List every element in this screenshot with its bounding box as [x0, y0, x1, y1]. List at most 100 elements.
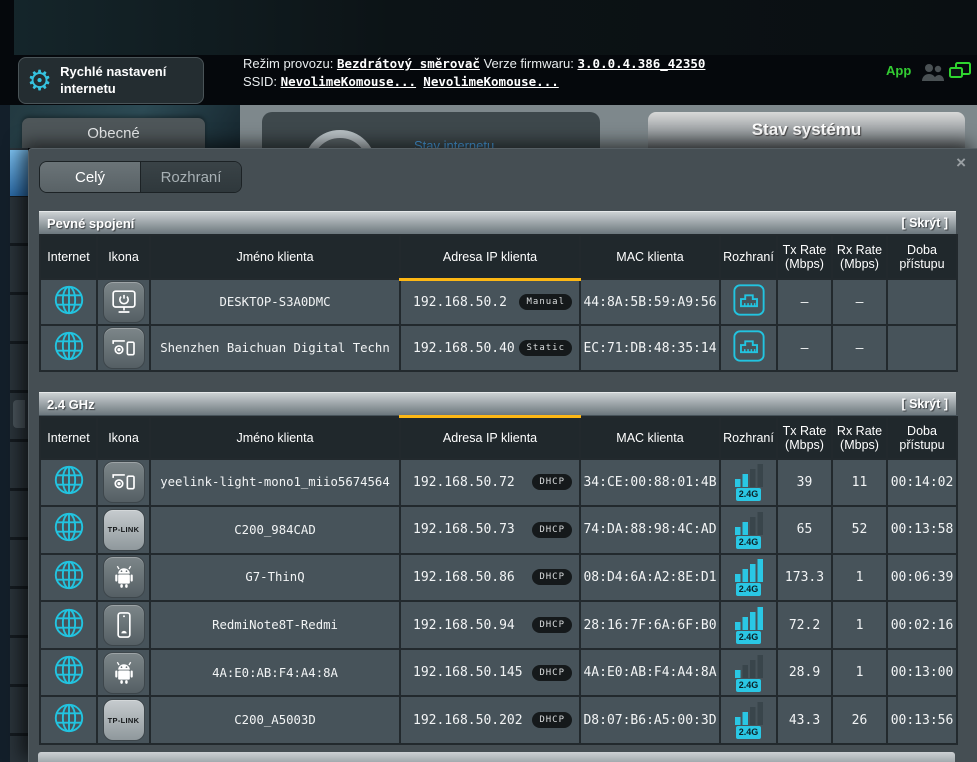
col-header-7[interactable]: Rx Rate (Mbps) — [832, 417, 887, 459]
client-ip: 192.168.50.202 — [413, 713, 523, 728]
internet-globe-icon[interactable] — [52, 579, 86, 596]
quick-setup-button[interactable]: ⚙ Rychlé nastavení internetu — [18, 57, 204, 104]
internet-globe-icon[interactable] — [52, 531, 86, 548]
access-time: 00:02:16 — [887, 601, 957, 649]
sidebar-selected-item-sliver — [10, 150, 28, 196]
col-header-0[interactable]: Internet — [40, 235, 97, 279]
col-header-4[interactable]: MAC klienta — [580, 417, 720, 459]
device-icon-monitor — [103, 281, 145, 323]
rx-rate: 11 — [832, 459, 887, 507]
client-list-icon[interactable] — [948, 61, 972, 86]
client-mac: 08:D4:6A:A2:8E:D1 — [580, 554, 720, 602]
col-header-1[interactable]: Ikona — [97, 235, 150, 279]
client-row[interactable]: 4A:E0:AB:F4:A4:8A192.168.50.145DHCP4A:E0… — [40, 649, 957, 697]
system-status-tab[interactable]: Stav systému — [648, 112, 965, 148]
col-header-5[interactable]: Rozhraní — [720, 235, 777, 279]
ssid-link-1[interactable]: NevolimeKomouse... — [281, 74, 416, 89]
app-link[interactable]: App — [886, 63, 911, 78]
access-time — [887, 325, 957, 371]
col-header-5[interactable]: Rozhraní — [720, 417, 777, 459]
internet-globe-icon[interactable] — [52, 674, 86, 691]
internet-globe-icon[interactable] — [52, 350, 86, 367]
section-header-0: Pevné spojení[ Skrýt ] — [39, 211, 956, 234]
access-time: 00:06:39 — [887, 554, 957, 602]
rx-rate: 1 — [832, 554, 887, 602]
client-row[interactable]: G7-ThinQ192.168.50.86DHCP08:D4:6A:A2:8E:… — [40, 554, 957, 602]
client-list-tab-all[interactable]: Celý — [40, 162, 140, 192]
client-mac: 34:CE:00:88:01:4B — [580, 459, 720, 507]
band-badge: 2.4G — [736, 536, 762, 549]
device-icon-android — [103, 556, 145, 598]
ip-type-badge: DHCP — [532, 522, 572, 538]
tx-rate: 28.9 — [777, 649, 832, 697]
col-header-3[interactable]: Adresa IP klienta — [400, 417, 580, 459]
client-mac: EC:71:DB:48:35:14 — [580, 325, 720, 371]
gear-icon: ⚙ — [27, 67, 52, 95]
client-name: C200_A5003D — [150, 696, 400, 744]
col-header-8[interactable]: Doba přístupu — [887, 417, 957, 459]
ethernet-port-icon — [732, 350, 766, 367]
sidebar-tab-general[interactable]: Obecné — [22, 118, 205, 148]
router-admin-page: ASUS RT-AX55 Odhlásit Restartování Česky… — [0, 0, 977, 762]
client-list-tab-interface[interactable]: Rozhraní — [140, 162, 241, 192]
mode-link[interactable]: Bezdrátový směrovač — [337, 56, 480, 71]
access-time: 00:13:58 — [887, 506, 957, 554]
col-header-4[interactable]: MAC klienta — [580, 235, 720, 279]
client-name: RedmiNote8T-Redmi — [150, 601, 400, 649]
client-row[interactable]: TP-LINKC200_A5003D192.168.50.202DHCPD8:0… — [40, 696, 957, 744]
device-icon-camera — [103, 461, 145, 503]
client-mac: 74:DA:88:98:4C:AD — [580, 506, 720, 554]
hide-section-link[interactable]: [ Skrýt ] — [901, 397, 948, 411]
client-row[interactable]: Shenzhen Baichuan Digital Techn 192.168.5… — [40, 325, 957, 371]
col-header-6[interactable]: Tx Rate (Mbps) — [777, 417, 832, 459]
hide-section-link[interactable]: [ Skrýt ] — [901, 216, 948, 230]
client-row[interactable]: yeelink-light-mono1_miio5674564192.168.5… — [40, 459, 957, 507]
col-header-1[interactable]: Ikona — [97, 417, 150, 459]
access-time: 00:13:00 — [887, 649, 957, 697]
wifi-signal-icon: 2.4G — [735, 558, 763, 596]
ip-type-badge: DHCP — [532, 474, 572, 490]
internet-globe-icon[interactable] — [52, 627, 86, 644]
ssid-link-2[interactable]: NevolimeKomouse... — [423, 74, 558, 89]
tx-rate: 72.2 — [777, 601, 832, 649]
col-header-2[interactable]: Jméno klienta — [150, 235, 400, 279]
client-ip: 192.168.50.94 — [413, 618, 515, 633]
col-header-3[interactable]: Adresa IP klienta — [400, 235, 580, 279]
operation-mode-row: Režim provozu: Bezdrátový směrovač Verze… — [243, 56, 705, 71]
client-name: Shenzhen Baichuan Digital Techn — [150, 325, 400, 371]
client-table-0: InternetIkonaJméno klientaAdresa IP klie… — [39, 234, 958, 372]
close-icon[interactable]: × — [956, 153, 966, 173]
firmware-link[interactable]: 3.0.0.4.386_42350 — [578, 56, 706, 71]
client-ip: 192.168.50.40 — [413, 341, 515, 356]
internet-status-text: Stav internetu — [414, 138, 494, 148]
ssid-label: SSID: — [243, 74, 277, 89]
ethernet-port-icon — [732, 304, 766, 321]
users-icon[interactable] — [920, 62, 946, 87]
col-header-2[interactable]: Jméno klienta — [150, 417, 400, 459]
internet-globe-icon[interactable] — [52, 722, 86, 739]
client-list-modal: × CelýRozhraní Pevné spojení[ Skrýt ]Int… — [28, 148, 977, 762]
client-ip: 192.168.50.2 — [413, 295, 507, 310]
device-icon-tplink: TP-LINK — [103, 699, 145, 741]
client-ip: 192.168.50.73 — [413, 522, 515, 537]
client-mac: 4A:E0:AB:F4:A4:8A — [580, 649, 720, 697]
internet-globe-icon[interactable] — [52, 304, 86, 321]
band-badge: 2.4G — [736, 726, 762, 739]
col-header-7[interactable]: Rx Rate (Mbps) — [832, 235, 887, 279]
wifi-signal-icon: 2.4G — [735, 511, 763, 549]
ssid-row: SSID: NevolimeKomouse... NevolimeKomouse… — [243, 74, 559, 89]
col-header-0[interactable]: Internet — [40, 417, 97, 459]
access-time: 00:14:02 — [887, 459, 957, 507]
mode-label: Režim provozu: — [243, 56, 333, 71]
client-name: DESKTOP-S3A0DMC — [150, 279, 400, 325]
client-mac: 28:16:7F:6A:6F:B0 — [580, 601, 720, 649]
client-row[interactable]: DESKTOP-S3A0DMC192.168.50.2Manual44:8A:5… — [40, 279, 957, 325]
next-section-bar[interactable] — [38, 752, 955, 762]
internet-globe-icon[interactable] — [52, 484, 86, 501]
client-row[interactable]: RedmiNote8T-Redmi192.168.50.94DHCP28:16:… — [40, 601, 957, 649]
client-row[interactable]: TP-LINKC200_984CAD192.168.50.73DHCP74:DA… — [40, 506, 957, 554]
col-header-8[interactable]: Doba přístupu — [887, 235, 957, 279]
ip-type-badge: Static — [519, 340, 572, 356]
rx-rate: – — [832, 325, 887, 371]
col-header-6[interactable]: Tx Rate (Mbps) — [777, 235, 832, 279]
